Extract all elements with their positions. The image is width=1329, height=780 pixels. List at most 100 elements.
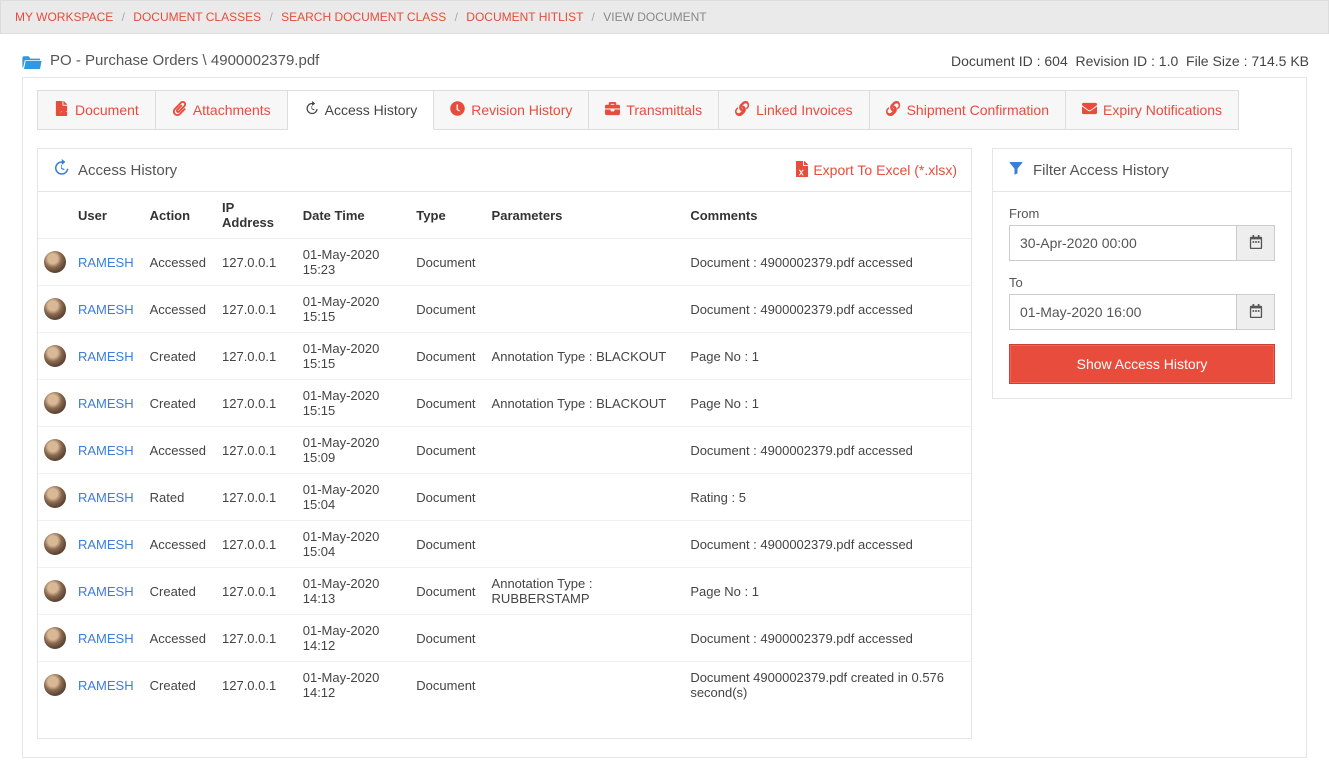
avatar [44,392,66,414]
avatar [44,580,66,602]
params-cell: Annotation Type : BLACKOUT [484,333,683,380]
tab-label: Linked Invoices [756,102,853,118]
filter-panel: Filter Access History From To [992,148,1292,399]
folder-open-icon [22,52,42,69]
type-cell: Document [408,662,483,709]
tab-attachments[interactable]: Attachments [156,90,288,130]
briefcase-icon [605,101,620,119]
user-link[interactable]: RAMESH [78,302,134,317]
table-row: RAMESH Accessed127.0.0.101-May-2020 15:15… [38,286,971,333]
user-link[interactable]: RAMESH [78,631,134,646]
comments-cell: Page No : 1 [682,333,971,380]
column-header: IP Address [214,192,295,239]
datetime-cell: 01-May-2020 15:04 [295,474,409,521]
tab-linked-invoices[interactable]: Linked Invoices [719,90,870,130]
action-cell: Accessed [142,239,214,286]
action-cell: Accessed [142,286,214,333]
table-row: RAMESHAccessed127.0.0.101-May-2020 14:12… [38,615,971,662]
export-excel-link[interactable]: Export To Excel (*.xlsx) [795,161,957,180]
user-link[interactable]: RAMESH [78,678,134,693]
breadcrumb-link[interactable]: MY WORKSPACE [15,10,113,24]
action-cell: Rated [142,474,214,521]
link-icon [886,101,901,119]
comments-cell: Document : 4900002379.pdf accessed [682,427,971,474]
tab-expiry-notifications[interactable]: Expiry Notifications [1066,90,1239,130]
from-date-picker-button[interactable] [1237,225,1275,261]
access-history-panel: Access History Export To Excel (*.xlsx) … [37,148,972,739]
table-row: RAMESHRated127.0.0.101-May-2020 15:04Doc… [38,474,971,521]
datetime-cell: 01-May-2020 14:12 [295,615,409,662]
clock-icon [450,101,465,119]
datetime-cell: 01-May-2020 15:04 [295,521,409,568]
title-bar: PO - Purchase Orders \ 4900002379.pdf Do… [0,34,1329,77]
ip-cell: 127.0.0.1 [214,568,295,615]
params-cell [484,286,683,333]
avatar [44,345,66,367]
history-icon [304,101,319,119]
datetime-cell: 01-May-2020 15:15 [295,380,409,427]
tab-label: Access History [325,102,418,118]
datetime-cell: 01-May-2020 14:12 [295,662,409,709]
ip-cell: 127.0.0.1 [214,521,295,568]
column-header: Comments [682,192,971,239]
breadcrumb-link[interactable]: SEARCH DOCUMENT CLASS [281,10,446,24]
tab-transmittals[interactable]: Transmittals [589,90,719,130]
params-cell [484,427,683,474]
datetime-cell: 01-May-2020 15:09 [295,427,409,474]
tab-label: Transmittals [626,102,702,118]
comments-cell: Page No : 1 [682,568,971,615]
tab-revision-history[interactable]: Revision History [434,90,589,130]
comments-cell: Document : 4900002379.pdf accessed [682,615,971,662]
to-date-input[interactable] [1009,294,1237,330]
user-link[interactable]: RAMESH [78,537,134,552]
ip-cell: 127.0.0.1 [214,427,295,474]
params-cell [484,615,683,662]
to-date-picker-button[interactable] [1237,294,1275,330]
type-cell: Document [408,333,483,380]
avatar [44,486,66,508]
user-link[interactable]: RAMESH [78,255,134,270]
ip-cell: 127.0.0.1 [214,333,295,380]
user-link[interactable]: RAMESH [78,443,134,458]
user-link[interactable]: RAMESH [78,396,134,411]
table-row: RAMESHCreated127.0.0.101-May-2020 14:12D… [38,662,971,709]
comments-cell: Document : 4900002379.pdf accessed [682,239,971,286]
link-icon [735,101,750,119]
tab-access-history[interactable]: Access History [288,90,435,130]
column-header: Date Time [295,192,409,239]
action-cell: Accessed [142,521,214,568]
comments-cell: Rating : 5 [682,474,971,521]
tab-document[interactable]: Document [37,90,156,130]
user-link[interactable]: RAMESH [78,584,134,599]
from-date-input[interactable] [1009,225,1237,261]
table-row: RAMESHCreated127.0.0.101-May-2020 15:15D… [38,333,971,380]
to-label: To [1009,275,1275,290]
breadcrumb-link[interactable]: DOCUMENT CLASSES [133,10,261,24]
params-cell: Annotation Type : RUBBERSTAMP [484,568,683,615]
action-cell: Accessed [142,615,214,662]
params-cell [484,474,683,521]
ip-cell: 127.0.0.1 [214,286,295,333]
user-link[interactable]: RAMESH [78,349,134,364]
breadcrumb-current: VIEW DOCUMENT [603,10,706,24]
action-cell: Created [142,568,214,615]
column-header [38,192,70,239]
comments-cell: Document : 4900002379.pdf accessed [682,286,971,333]
filter-icon [1007,159,1025,181]
breadcrumb-link[interactable]: DOCUMENT HITLIST [466,10,583,24]
panel-title: Access History [78,162,177,179]
tab-label: Revision History [471,102,572,118]
datetime-cell: 01-May-2020 14:13 [295,568,409,615]
avatar [44,533,66,555]
ip-cell: 127.0.0.1 [214,239,295,286]
file-excel-icon [795,161,809,180]
avatar [44,674,66,696]
type-cell: Document [408,568,483,615]
type-cell: Document [408,286,483,333]
params-cell: Annotation Type : BLACKOUT [484,380,683,427]
show-access-history-button[interactable]: Show Access History [1009,344,1275,384]
breadcrumb: MY WORKSPACE / DOCUMENT CLASSES / SEARCH… [0,0,1329,34]
user-link[interactable]: RAMESH [78,490,134,505]
datetime-cell: 01-May-2020 15:15 [295,286,409,333]
tab-shipment-confirmation[interactable]: Shipment Confirmation [870,90,1066,130]
